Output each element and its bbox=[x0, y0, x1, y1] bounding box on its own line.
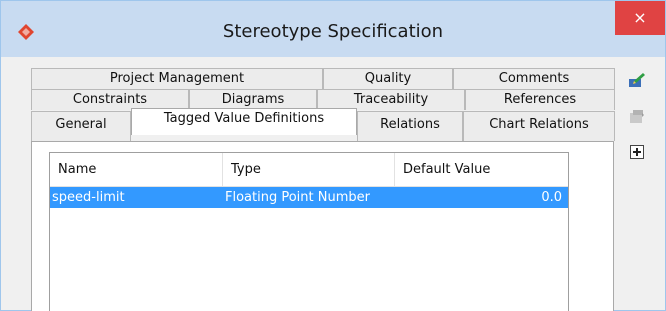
remove-icon bbox=[630, 110, 644, 123]
add-icon bbox=[630, 145, 644, 159]
column-header-type[interactable]: Type bbox=[223, 153, 395, 187]
cell-default-value: 0.0 bbox=[541, 190, 562, 205]
tab-relations[interactable]: Relations bbox=[357, 111, 463, 141]
tab-constraints[interactable]: Constraints bbox=[31, 89, 189, 110]
table-row[interactable]: speed-limit Floating Point Number 0.0 bbox=[50, 187, 568, 208]
tab-chart-relations[interactable]: Chart Relations bbox=[463, 111, 615, 141]
tab-quality[interactable]: Quality bbox=[323, 68, 453, 89]
close-button[interactable]: × bbox=[615, 1, 665, 35]
window-title: Stereotype Specification bbox=[222, 21, 444, 42]
tab-general[interactable]: General bbox=[31, 111, 131, 141]
tab-tagged-value-definitions[interactable]: Tagged Value Definitions bbox=[131, 108, 357, 135]
tab-project-management[interactable]: Project Management bbox=[31, 68, 323, 89]
tab-references[interactable]: References bbox=[465, 89, 615, 110]
remove-button[interactable] bbox=[625, 105, 649, 127]
tab-traceability[interactable]: Traceability bbox=[317, 89, 465, 110]
add-button[interactable] bbox=[625, 141, 649, 163]
table-header: Name Type Default Value bbox=[50, 153, 568, 187]
cell-type: Floating Point Number bbox=[225, 190, 370, 205]
cell-name: speed-limit bbox=[52, 190, 125, 205]
column-header-name[interactable]: Name bbox=[50, 153, 223, 187]
tagged-values-table: Name Type Default Value speed-limit Floa… bbox=[49, 152, 569, 311]
tab-diagrams[interactable]: Diagrams bbox=[189, 89, 317, 110]
edit-button[interactable] bbox=[625, 69, 649, 91]
edit-icon bbox=[629, 73, 645, 87]
column-header-default-value[interactable]: Default Value bbox=[395, 153, 568, 187]
title-bar: Stereotype Specification × bbox=[1, 1, 665, 57]
tab-comments[interactable]: Comments bbox=[453, 68, 615, 89]
dialog-window: Stereotype Specification × Project Manag… bbox=[0, 0, 666, 311]
